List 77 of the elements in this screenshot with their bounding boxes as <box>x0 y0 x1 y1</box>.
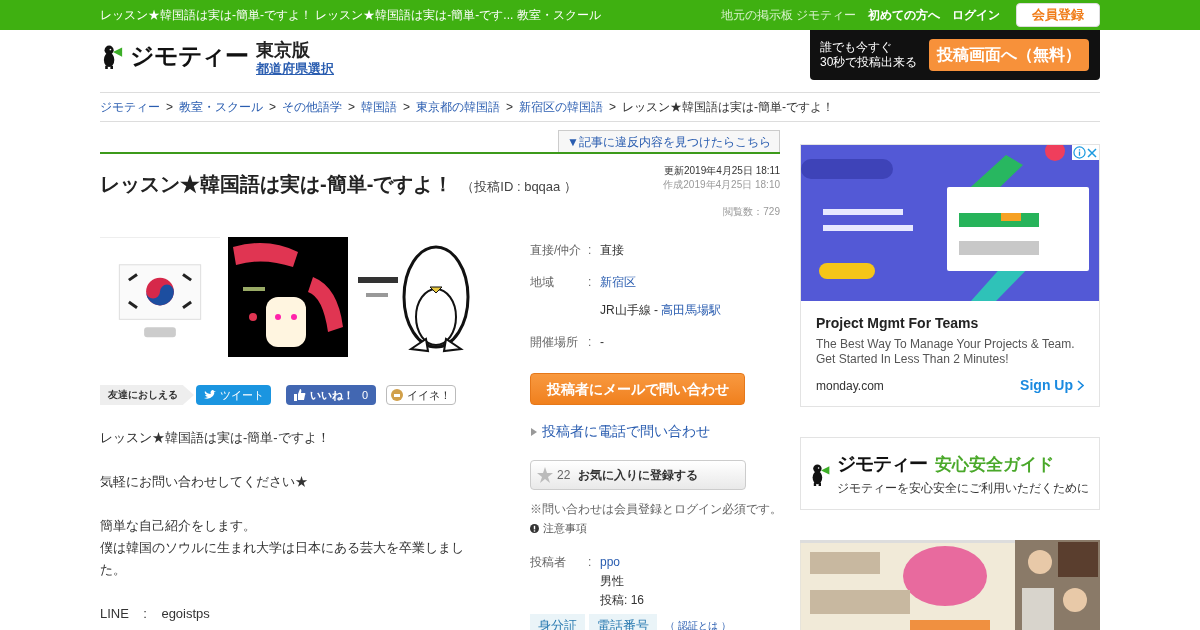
poster-post-count: 投稿: 16 <box>600 591 644 609</box>
page-title: レッスン★韓国語は実は-簡単-ですよ！ レッスン★韓国語は実は-簡単-です... 教室・スクール <box>100 7 601 24</box>
info-icon[interactable] <box>1073 146 1086 159</box>
detail-colon: : <box>588 553 593 571</box>
poster-gender: 男性 <box>600 572 625 590</box>
ad-title: Project Mgmt For Teams <box>816 314 980 333</box>
body-text: LINE : egoistps <box>100 605 211 623</box>
site-logo[interactable]: ジモティー <box>130 39 248 73</box>
detail-colon: : <box>588 242 593 259</box>
guide-brand: ジモティー <box>837 452 928 477</box>
breadcrumb-current: レッスン★韓国語は実は-簡単-ですよ！ <box>622 99 835 116</box>
promo-text: 誰でも今すぐ <box>820 40 893 55</box>
view-count: 閲覧数：729 <box>723 205 780 219</box>
created-date: 作成2019年4月25日 18:10 <box>663 178 780 192</box>
poster-name-link[interactable]: ppo <box>600 552 644 572</box>
body-text: 簡単な自己紹介をします。 <box>100 517 257 535</box>
mixi-icon <box>391 389 404 401</box>
verification-info-link[interactable]: （ 認証とは ） <box>665 618 731 630</box>
detail-label: 開催場所 <box>530 334 579 351</box>
promo-text: 30秒で投稿出来る <box>820 55 918 70</box>
ad-card[interactable]: Project Mgmt For Teams The Best Way To Manage Your Projects & Team. Get Started In Less Than 2 Minutes! monday.com Sign Up <box>800 144 1100 407</box>
share-label: 友達におしえる <box>100 385 194 405</box>
post-promo-banner[interactable]: 誰でも今すぐ 30秒で投稿出来る 投稿画面へ（無料） <box>810 30 1100 80</box>
body-text: 僕は韓国のソウルに生まれ大学は日本にある芸大を卒業しました。 <box>100 539 465 579</box>
chevron-right-icon <box>1077 380 1084 391</box>
triangle-icon <box>530 427 538 436</box>
star-icon <box>537 467 553 483</box>
edition-label: 東京版 <box>256 39 311 61</box>
breadcrumb-link[interactable]: ジモティー <box>100 98 160 116</box>
phone-contact-link[interactable]: 投稿者に電話で問い合わせ <box>542 421 710 442</box>
caution-link[interactable]: 注意事項 <box>543 520 587 537</box>
favorite-count: 22 <box>557 467 571 484</box>
post-id: （投稿ID : bqqaa ） <box>461 178 577 196</box>
guide-subtitle: ジモティーを安心安全にご利用いただくために <box>837 479 1089 497</box>
body-text: レッスン★韓国語は実は-簡単-ですよ！ <box>100 429 331 447</box>
breadcrumb-separator: > <box>506 99 514 116</box>
like-button[interactable]: いいね！ 0 <box>286 385 377 405</box>
updated-date: 更新2019年4月25日 18:11 <box>664 164 780 178</box>
guide-title: 安心安全ガイド <box>935 454 1055 477</box>
breadcrumb-separator: > <box>403 99 411 116</box>
close-icon[interactable] <box>1086 146 1098 159</box>
favorite-button[interactable]: 22 お気に入りに登録する <box>530 460 746 490</box>
detail-label: 直接/仲介 <box>530 242 583 259</box>
body-text: 気軽にお問い合わせしてください★ <box>100 473 309 491</box>
detail-value: - <box>600 334 604 351</box>
sign-up-link[interactable]: Sign Up <box>1020 375 1084 396</box>
breadcrumb-separator: > <box>166 99 173 116</box>
breadcrumb-separator: > <box>348 99 356 116</box>
detail-colon: : <box>588 334 593 351</box>
safety-guide-banner[interactable]: ジモティー 安心安全ガイド ジモティーを安心安全にご利用いただくために <box>800 437 1100 510</box>
detail-value: 直接 <box>600 242 624 259</box>
breadcrumb-link[interactable]: 東京都の韓国語 <box>416 98 501 116</box>
post-title: レッスン★韓国語は実は-簡単-ですよ！ <box>100 172 454 197</box>
favorite-label: お気に入りに登録する <box>578 467 699 484</box>
mixi-like-button[interactable]: イイネ！ <box>386 385 457 405</box>
breadcrumb-link[interactable]: その他語学 <box>282 98 343 116</box>
prefecture-link[interactable]: 都道府県選択 <box>256 61 334 77</box>
detail-label: 地域 <box>530 274 555 291</box>
detail-link[interactable]: 高田馬場駅 <box>661 301 722 319</box>
poster-label: 投稿者 <box>530 553 567 571</box>
exclamation-icon <box>530 523 539 533</box>
site-label: 地元の掲示板 ジモティー <box>720 7 856 24</box>
breadcrumb-link[interactable]: 教室・スクール <box>179 98 263 116</box>
bird-icon <box>203 390 216 400</box>
breadcrumb-link[interactable]: 韓国語 <box>361 98 398 116</box>
detail-value: JR山手線 - <box>600 302 659 319</box>
detail-link[interactable]: 新宿区 <box>600 273 636 291</box>
like-count: 0 <box>362 387 369 403</box>
breadcrumb-separator: > <box>269 99 277 116</box>
breadcrumb-link[interactable]: 新宿区の韓国語 <box>519 98 604 116</box>
ad-description: The Best Way To Manage Your Projects & Team. Get Started In Less Than 2 Minutes! <box>816 337 1076 367</box>
ad-domain: monday.com <box>816 377 884 395</box>
breadcrumb-separator: > <box>609 99 617 116</box>
report-link[interactable]: ▼記事に違反内容を見つけたらこちら <box>558 130 780 152</box>
contact-note: ※問い合わせは会員登録とログイン必須です。 <box>530 501 780 518</box>
detail-colon: : <box>588 274 593 291</box>
thumbs-up-icon <box>294 389 306 401</box>
